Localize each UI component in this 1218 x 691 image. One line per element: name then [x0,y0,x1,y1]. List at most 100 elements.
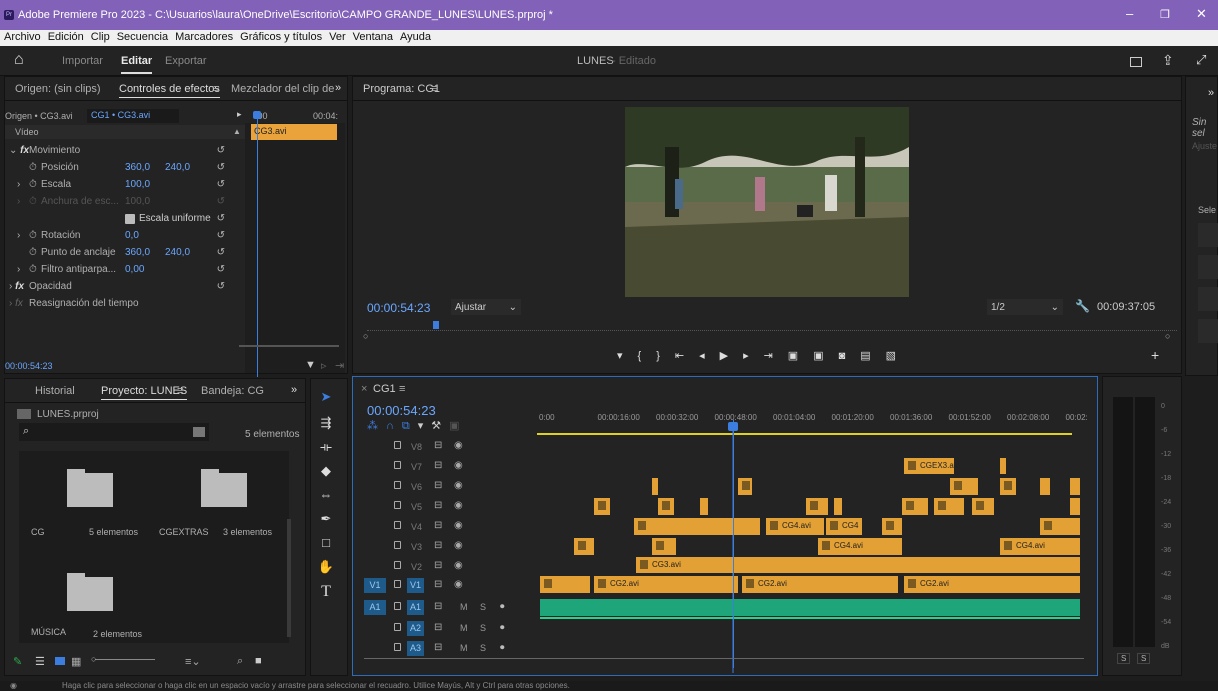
track-header-v3[interactable]: V3 ⊟ ◉ [356,537,540,557]
sync-icon[interactable]: ⊟ [434,480,442,491]
lock-icon[interactable] [394,481,401,489]
mic-icon[interactable]: ⏺ [500,601,505,612]
right-field-2[interactable] [1198,255,1218,279]
bin-name-cg[interactable]: CG [31,527,45,537]
lock-icon[interactable] [394,501,401,509]
ec-playhead[interactable] [257,115,258,377]
folder-icon[interactable] [67,573,113,611]
sync-icon[interactable]: ⊟ [434,520,442,531]
clip-cg2-avi[interactable]: CG2.avi [904,576,1080,593]
clip-segment[interactable] [806,498,828,515]
mic-icon[interactable]: ⏺ [500,642,505,653]
right-field-4[interactable] [1198,319,1218,343]
clip-segment[interactable] [934,498,964,515]
track-select-icon[interactable]: ⇶ [316,415,336,435]
clip-segment[interactable] [902,498,928,515]
icon-view-icon[interactable] [55,657,65,665]
reset-icon[interactable]: ↺ [217,262,225,278]
timeline-zoom-scrollbar[interactable] [364,658,1084,659]
prop-posicion[interactable]: ⏱ Posición 360,0 240,0 ↺ [5,160,245,176]
ec-timecode[interactable]: 00:00:54:23 [5,361,53,371]
stopwatch-icon[interactable]: ⏱ [29,262,37,278]
stopwatch-icon[interactable]: ⏱ [29,177,37,193]
project-scrollbar[interactable] [287,519,291,637]
hand-icon[interactable]: ✋ [316,559,336,579]
tab-bandeja[interactable]: Bandeja: CG [201,385,264,397]
program-timecode[interactable]: 00:00:54:23 [367,301,430,315]
clip-segment[interactable] [1070,478,1080,495]
maximize-button[interactable]: ❐ [1160,8,1170,21]
timeline-menu-icon[interactable]: ≡ [399,383,405,395]
anclaje-y[interactable]: 240,0 [165,245,190,261]
clip-segment[interactable] [540,576,590,593]
project-more-icon[interactable]: » [291,384,297,396]
lock-icon[interactable] [394,561,401,569]
track-header-v4[interactable]: V4 ⊟ ◉ [356,517,540,537]
sort-icon[interactable]: ≡⌄ [185,655,201,668]
anclaje-x[interactable]: 360,0 [125,245,150,261]
menu-clip[interactable]: Clip [87,30,113,43]
tab-historial[interactable]: Historial [35,385,75,397]
play-audio-icon[interactable]: ▹ [321,359,327,372]
uniform-scale-checkbox[interactable] [125,214,135,224]
track-header-a1[interactable]: A1 A1 ⊟ M S ⏺ [356,598,540,618]
clip-cg4-avi[interactable]: CG4.avi [1000,538,1080,555]
project-bins-area[interactable]: CG 5 elementos CGEXTRAS 3 elementos MÚSI… [19,451,289,643]
clip-segment[interactable] [738,478,752,495]
program-menu-icon[interactable]: ≡ [431,83,437,95]
ec-zoom-bar[interactable] [239,345,339,347]
clip-segment[interactable] [594,498,610,515]
sync-icon[interactable]: ⊟ [434,579,442,590]
track-header-a3[interactable]: A3 ⊟ M S ⏺ [356,639,540,659]
bin-name-cgextras[interactable]: CGEXTRAS [159,527,209,537]
tab-importar[interactable]: Importar [62,55,103,67]
right-field-3[interactable] [1198,287,1218,311]
audio-clip-a1[interactable] [540,599,1080,616]
menu-ver[interactable]: Ver [325,30,349,43]
ec-mini-timeline[interactable] [245,123,345,373]
settings-wrench-icon[interactable]: 🔧 [1075,299,1090,313]
track-header-v7[interactable]: V7 ⊟ ◉ [356,457,540,477]
right-more-icon[interactable]: » [1208,87,1214,99]
clip-cg2-avi[interactable]: CG2.avi [742,576,898,593]
write-icon[interactable]: ✎ [13,655,22,668]
play-only-icon[interactable]: ▸ [237,109,242,120]
prop-anclaje[interactable]: ⏱ Punto de anclaje 360,0 240,0 ↺ [5,245,245,261]
filter-icon[interactable]: ▼ [305,359,316,371]
clip-segment[interactable] [950,478,978,495]
tab-editar[interactable]: Editar [121,55,153,74]
reset-icon[interactable]: ↺ [217,245,225,261]
tab-clip-mixer[interactable]: Mezclador del clip de [231,83,334,95]
tab-effect-controls[interactable]: Controles de efectos [119,83,220,98]
eye-icon[interactable]: ◉ [454,440,463,451]
zoom-start-handle[interactable]: ○ [363,331,368,341]
bin-name-musica[interactable]: MÚSICA [31,627,66,637]
timeline-playhead-line[interactable] [733,420,734,668]
filtro-value[interactable]: 0,00 [125,262,144,278]
project-menu-icon[interactable]: ≡ [177,385,183,397]
clip-cg2-avi[interactable]: CG2.avi [594,576,738,593]
posicion-y[interactable]: 240,0 [165,160,190,176]
clip-segment[interactable] [1040,518,1080,535]
sync-icon[interactable]: ⊟ [434,622,442,633]
timeline-timecode[interactable]: 00:00:54:23 [367,403,436,418]
close-button[interactable]: ✕ [1196,6,1207,22]
lock-icon[interactable] [394,602,401,610]
home-icon[interactable]: ⌂ [14,51,24,69]
quality-select[interactable]: 1/2 ⌄ [987,299,1063,315]
eye-icon[interactable]: ◉ [454,500,463,511]
transport-controls[interactable]: ▾{}⇤◂▶▸⇥▣▣◙▤▧ [617,349,911,362]
clip-segment[interactable] [1000,478,1016,495]
eye-icon[interactable]: ◉ [454,560,463,571]
program-title[interactable]: Programa: CG1 [363,83,440,95]
clip-segment[interactable] [1040,478,1050,495]
eye-icon[interactable]: ◉ [454,579,463,590]
new-bin-button-icon[interactable]: ■ [255,655,262,667]
solo-icon[interactable]: S [480,623,486,633]
mic-icon[interactable]: ⏺ [500,622,505,633]
clip-cg4[interactable]: CG4 [826,518,862,535]
master-clip[interactable]: Origen • CG3.avi [5,111,73,121]
list-view-icon[interactable]: ☰ [35,655,45,668]
prop-rotacion[interactable]: › ⏱ Rotación 0,0 ↺ [5,228,245,244]
slip-icon[interactable]: ⇔ [316,487,336,507]
